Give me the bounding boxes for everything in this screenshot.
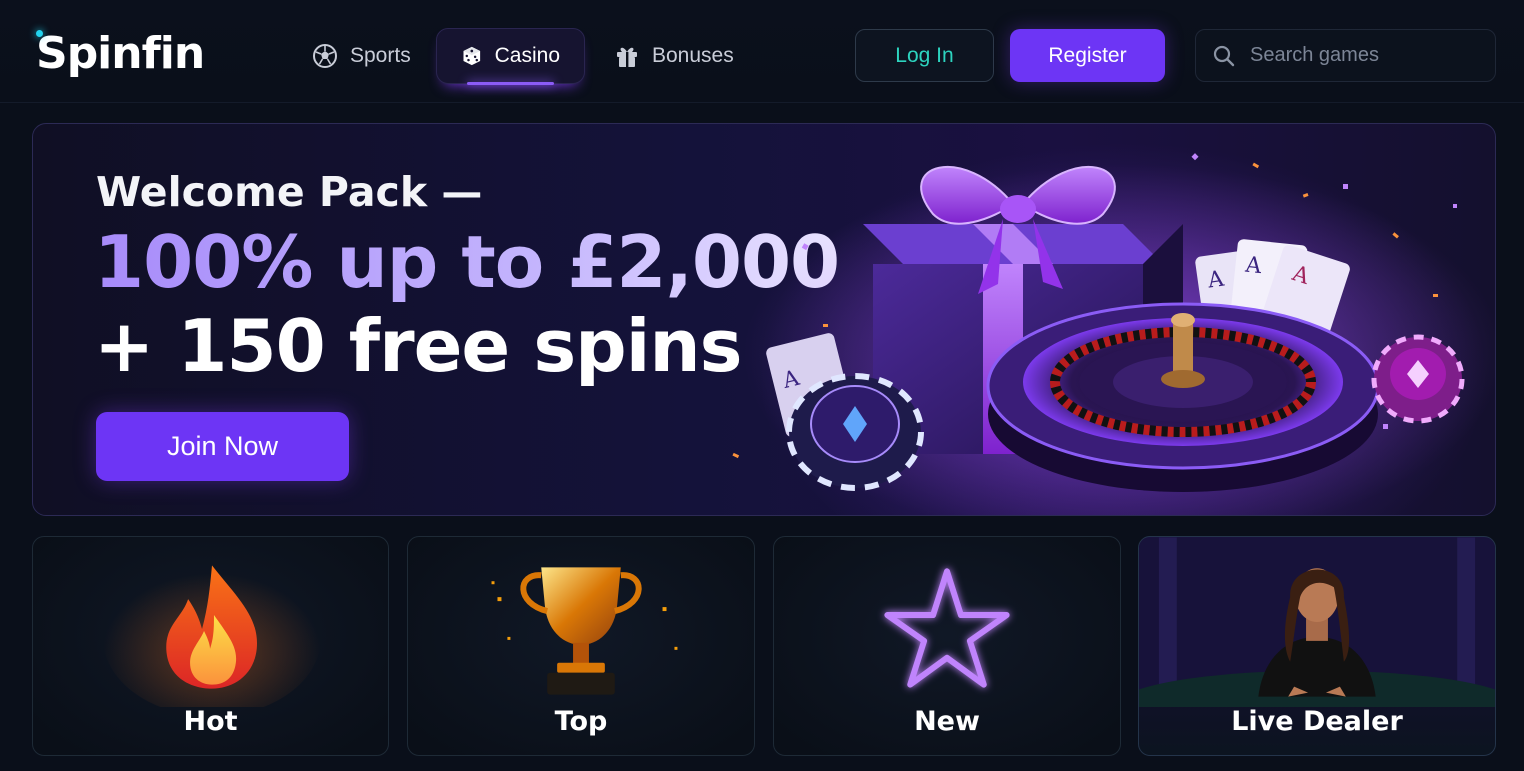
- casino-illustration: A A A A: [732, 153, 1495, 515]
- category-label-new: New: [914, 706, 980, 737]
- top-header: Spinfin Sports Casino Bonuses Log In Reg…: [0, 0, 1524, 103]
- category-card-hot[interactable]: Hot: [32, 536, 389, 756]
- trophy-icon: [491, 567, 678, 695]
- roulette-wheel-icon: [986, 302, 1380, 492]
- flame-icon: [102, 557, 322, 707]
- brand-logo[interactable]: Spinfin: [36, 28, 205, 79]
- category-card-live-dealer[interactable]: Live Dealer: [1138, 536, 1496, 756]
- search-box[interactable]: [1195, 29, 1496, 82]
- category-card-top[interactable]: Top: [407, 536, 755, 756]
- category-card-new[interactable]: New: [773, 536, 1121, 756]
- nav-item-casino[interactable]: Casino: [436, 28, 585, 85]
- nav-item-sports[interactable]: Sports: [288, 28, 435, 84]
- nav-label-sports: Sports: [350, 44, 411, 67]
- join-now-button[interactable]: Join Now: [96, 412, 349, 481]
- dealer-icon: [1139, 537, 1495, 707]
- logo-sparkle: [36, 30, 43, 37]
- soccer-ball-icon: [313, 44, 337, 68]
- hero-title: Welcome Pack —: [96, 168, 483, 216]
- category-label-live-dealer: Live Dealer: [1231, 706, 1403, 737]
- search-icon: [1213, 45, 1235, 66]
- dice-icon: [463, 46, 481, 66]
- star-icon: [884, 568, 1010, 688]
- hero-free-spins: + 150 free spins: [94, 304, 743, 388]
- nav-label-bonuses: Bonuses: [652, 44, 734, 67]
- category-label-hot: Hot: [183, 706, 238, 737]
- register-button[interactable]: Register: [1010, 29, 1165, 82]
- gift-icon: [617, 47, 637, 67]
- search-input[interactable]: [1250, 44, 1470, 67]
- welcome-banner[interactable]: Welcome Pack — 100% up to £2,000 + 150 f…: [32, 123, 1496, 516]
- nav-item-bonuses[interactable]: Bonuses: [590, 28, 758, 84]
- category-label-top: Top: [554, 706, 608, 737]
- nav-label-casino: Casino: [494, 44, 560, 67]
- login-button[interactable]: Log In: [855, 29, 994, 82]
